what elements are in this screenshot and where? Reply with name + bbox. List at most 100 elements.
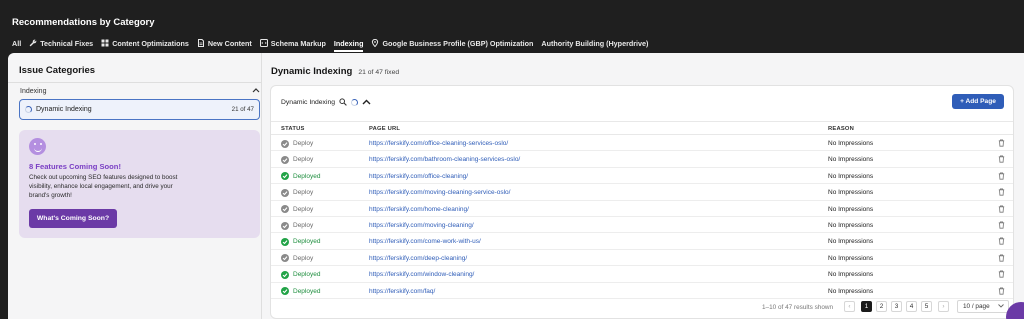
reason-text: No Impressions (828, 271, 874, 279)
tab-technical-fixes[interactable]: Technical Fixes (29, 39, 93, 48)
page-url-link[interactable]: https://ferskify.com/moving-cleaning/ (369, 222, 474, 229)
table-row: Deploy https://ferskify.com/moving-cleani… (271, 185, 1013, 201)
trash-icon[interactable] (998, 237, 1005, 247)
divider (8, 82, 261, 83)
chevron-up-icon (252, 87, 260, 95)
status-label: Deployed (293, 271, 321, 279)
tab-all[interactable]: All (12, 39, 21, 48)
status-deployed[interactable]: Deployed (281, 287, 321, 296)
check-circle-icon (281, 270, 289, 279)
check-circle-icon (281, 287, 289, 296)
grid-icon (101, 39, 109, 47)
page-2-button[interactable]: 2 (876, 301, 887, 312)
trash-icon[interactable] (998, 221, 1005, 231)
loading-spinner-icon (351, 98, 359, 106)
table-header: STATUS PAGE URL REASON (271, 121, 1013, 135)
page-5-button[interactable]: 5 (921, 301, 932, 312)
trash-icon[interactable] (998, 254, 1005, 264)
status-deployed[interactable]: Deployed (281, 237, 321, 246)
table-row: Deploy https://ferskify.com/office-cleani… (271, 136, 1013, 152)
status-deploy[interactable]: Deploy (281, 139, 314, 148)
top-bar: Recommendations by Category All Technica… (0, 0, 1024, 52)
table-row: Deployed https://ferskify.com/come-work-w… (271, 234, 1013, 250)
status-deployed[interactable]: Deployed (281, 270, 321, 279)
page-url-link[interactable]: https://ferskify.com/deep-cleaning/ (369, 255, 467, 262)
status-deployed[interactable]: Deployed (281, 172, 321, 181)
column-divider (261, 53, 262, 319)
tab-authority-building[interactable]: Authority Building (Hyperdrive) (541, 39, 648, 48)
fixed-count: 21 of 47 fixed (358, 69, 400, 76)
next-page-button[interactable]: › (938, 301, 949, 312)
page-url-link[interactable]: https://ferskify.com/home-cleaning/ (369, 206, 469, 213)
tab-indexing[interactable]: Indexing (333, 39, 363, 52)
status-deploy[interactable]: Deploy (281, 155, 313, 164)
trash-icon[interactable] (998, 205, 1005, 215)
category-tabs: All Technical Fixes Content Optimization… (12, 37, 656, 52)
status-label: Deploy (293, 140, 314, 147)
category-item-dynamic-indexing[interactable]: Dynamic Indexing 21 of 47 (19, 99, 260, 120)
smiley-icon (29, 138, 46, 155)
status-deploy[interactable]: Deploy (281, 188, 314, 197)
panel-label: Dynamic Indexing (281, 98, 336, 106)
tab-new-content[interactable]: New Content (197, 39, 252, 48)
table-row: Deploy https://ferskify.com/moving-cleani… (271, 218, 1013, 234)
location-pin-icon (371, 39, 379, 47)
status-deploy[interactable]: Deploy (281, 254, 313, 263)
status-label: Deployed (293, 172, 321, 180)
wrench-icon (29, 39, 37, 47)
prev-page-button[interactable]: ‹ (844, 301, 855, 312)
promo-title: 8 Features Coming Soon! (29, 162, 121, 171)
column-page-url[interactable]: PAGE URL (369, 126, 400, 132)
whats-coming-soon-button[interactable]: What's Coming Soon? (29, 209, 117, 228)
category-group-label: Indexing (20, 87, 47, 95)
add-page-button[interactable]: + Add Page (952, 94, 1004, 109)
check-circle-icon (281, 254, 289, 263)
trash-icon[interactable] (998, 287, 1005, 297)
coming-soon-promo: 8 Features Coming Soon! Check out upcomi… (19, 130, 260, 238)
status-deploy[interactable]: Deploy (281, 205, 313, 214)
code-icon (259, 39, 268, 47)
tab-gbp-optimization[interactable]: Google Business Profile (GBP) Optimizati… (371, 39, 533, 48)
trash-icon[interactable] (998, 172, 1005, 182)
trash-icon[interactable] (998, 139, 1005, 149)
page-4-button[interactable]: 4 (906, 301, 917, 312)
pagination: 1–10 of 47 results shown ‹ 1 2 3 4 5 › 1… (271, 300, 1013, 315)
check-circle-icon (281, 221, 289, 230)
table-row: Deployed https://ferskify.com/faq/No Impr… (271, 284, 1013, 299)
column-status[interactable]: STATUS (281, 126, 305, 132)
trash-icon[interactable] (998, 188, 1005, 198)
tab-schema-markup[interactable]: Schema Markup (259, 39, 326, 48)
check-circle-icon (281, 237, 289, 246)
check-circle-icon (281, 188, 289, 197)
chevron-up-icon[interactable] (362, 99, 371, 105)
promo-description: Check out upcoming SEO features designed… (29, 174, 178, 200)
trash-icon[interactable] (998, 270, 1005, 280)
status-label: Deployed (293, 238, 321, 246)
check-circle-icon (281, 172, 289, 181)
tab-content-optimizations[interactable]: Content Optimizations (101, 39, 189, 48)
page-url-link[interactable]: https://ferskify.com/moving-cleaning-ser… (369, 189, 510, 196)
category-item-label: Dynamic Indexing (36, 106, 92, 113)
reason-text: No Impressions (828, 172, 874, 180)
category-group-indexing[interactable]: Indexing (20, 86, 260, 96)
status-deploy[interactable]: Deploy (281, 221, 314, 230)
page-1-button[interactable]: 1 (861, 301, 872, 312)
search-icon[interactable] (339, 98, 347, 106)
reason-text: No Impressions (828, 205, 874, 213)
reason-text: No Impressions (828, 287, 874, 295)
page-url-link[interactable]: https://ferskify.com/bathroom-cleaning-s… (369, 156, 520, 163)
page-url-link[interactable]: https://ferskify.com/come-work-with-us/ (369, 238, 481, 245)
page-url-link[interactable]: https://ferskify.com/office-cleaning/ (369, 173, 468, 180)
status-label: Deploy (293, 222, 314, 229)
page-url-link[interactable]: https://ferskify.com/office-cleaning-ser… (369, 140, 508, 147)
page-url-link[interactable]: https://ferskify.com/faq/ (369, 288, 435, 295)
status-label: Deploy (293, 189, 314, 197)
check-circle-icon (281, 155, 289, 164)
column-reason[interactable]: REASON (828, 126, 854, 132)
status-label: Deployed (293, 287, 321, 295)
page-size-select[interactable]: 10 / page (957, 300, 1009, 313)
page-3-button[interactable]: 3 (891, 301, 902, 312)
trash-icon[interactable] (998, 155, 1005, 165)
panel-header: Dynamic Indexing (281, 98, 371, 106)
page-url-link[interactable]: https://ferskify.com/window-cleaning/ (369, 271, 474, 278)
